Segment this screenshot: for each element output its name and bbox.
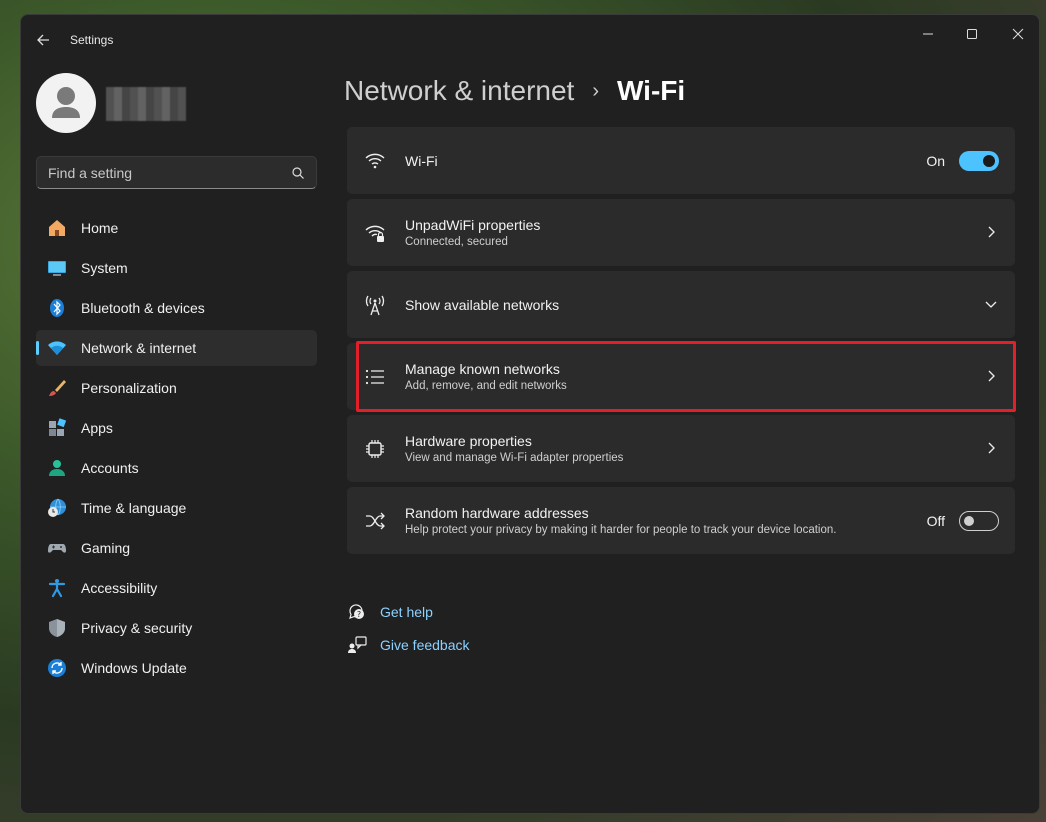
sidebar-item-label: Accounts [81, 460, 139, 476]
sidebar-item-label: Privacy & security [81, 620, 193, 636]
give-feedback-link[interactable]: Give feedback [347, 628, 470, 661]
network-properties-card[interactable]: UnpadWiFi properties Connected, secured [347, 199, 1015, 266]
card-subtitle: Connected, secured [405, 236, 508, 248]
sidebar-item-bluetooth[interactable]: Bluetooth & devices [36, 290, 317, 326]
wifi-toggle-label: On [926, 153, 945, 169]
accounts-icon [47, 458, 67, 478]
svg-text:?: ? [357, 610, 361, 619]
chip-icon [364, 438, 386, 460]
close-button[interactable] [1003, 23, 1033, 45]
page-title: Wi-Fi [617, 75, 686, 106]
get-help-link[interactable]: ? Get help [347, 595, 470, 628]
random-toggle-label: Off [926, 513, 945, 529]
close-icon [1012, 28, 1024, 40]
search-box[interactable] [36, 156, 317, 189]
card-title: Show available networks [405, 296, 560, 313]
sidebar-item-home[interactable]: Home [36, 210, 317, 246]
sidebar-item-label: Apps [81, 420, 113, 436]
user-icon [52, 87, 80, 118]
card-title: UnpadWiFi properties [405, 217, 541, 233]
card-title: Wi-Fi [405, 152, 438, 169]
sidebar-item-network[interactable]: Network & internet [36, 330, 317, 366]
globe-clock-icon [47, 498, 67, 518]
random-hardware-addresses-card[interactable]: Random hardware addresses Help protect y… [347, 487, 1015, 554]
settings-window: Settings Home [20, 14, 1040, 814]
sidebar-item-accounts[interactable]: Accounts [36, 450, 317, 486]
arrow-left-icon [37, 34, 49, 46]
sidebar-item-privacy[interactable]: Privacy & security [36, 610, 317, 646]
network-icon [47, 338, 67, 358]
chevron-right-icon [988, 442, 995, 454]
shield-icon [47, 618, 67, 638]
app-title: Settings [70, 33, 114, 47]
sidebar-item-label: Windows Update [81, 660, 187, 676]
show-available-networks-card[interactable]: Show available networks [347, 271, 1015, 338]
title-bar: Settings [21, 15, 1039, 61]
back-button[interactable] [33, 29, 55, 51]
sidebar-nav: Home System Bluetooth & devices Network … [36, 210, 317, 690]
card-subtitle: Add, remove, and edit networks [405, 380, 567, 392]
sidebar-item-label: System [81, 260, 128, 276]
avatar [36, 73, 96, 133]
brush-icon [47, 378, 67, 398]
card-title: Hardware properties [405, 433, 532, 449]
maximize-button[interactable] [957, 23, 987, 45]
sidebar-item-label: Personalization [81, 380, 177, 396]
search-input[interactable] [37, 157, 316, 188]
minimize-button[interactable] [913, 23, 943, 45]
settings-cards: Wi-Fi On UnpadWiFi properties Connected,… [347, 127, 1015, 559]
sidebar-item-label: Home [81, 220, 119, 236]
apps-icon [47, 418, 67, 438]
user-profile[interactable] [36, 73, 326, 135]
update-icon [47, 658, 67, 678]
wifi-toggle-card[interactable]: Wi-Fi On [347, 127, 1015, 194]
chevron-right-icon [988, 226, 995, 238]
help-links: ? Get help Give feedback [347, 595, 470, 661]
username-redacted [106, 87, 186, 121]
bluetooth-icon [47, 298, 67, 318]
card-title: Random hardware addresses [405, 505, 589, 521]
give-feedback-label[interactable]: Give feedback [380, 637, 470, 653]
search-icon[interactable] [291, 166, 305, 180]
list-icon [364, 366, 386, 388]
card-subtitle: Help protect your privacy by making it h… [405, 524, 837, 536]
sidebar-item-windows-update[interactable]: Windows Update [36, 650, 317, 686]
system-icon [47, 258, 67, 278]
sidebar-item-label: Bluetooth & devices [81, 300, 205, 316]
sidebar-item-label: Network & internet [81, 340, 197, 356]
shuffle-icon [364, 510, 386, 532]
minimize-icon [923, 33, 933, 35]
sidebar-item-label: Gaming [81, 540, 131, 556]
home-icon [47, 218, 67, 238]
wifi-icon [364, 150, 386, 172]
chevron-down-icon [985, 301, 997, 308]
manage-known-networks-card[interactable]: Manage known networks Add, remove, and e… [347, 343, 1015, 410]
get-help-label[interactable]: Get help [380, 604, 433, 620]
hardware-properties-card[interactable]: Hardware properties View and manage Wi-F… [347, 415, 1015, 482]
breadcrumb-separator: › [592, 79, 599, 102]
sidebar-item-system[interactable]: System [36, 250, 317, 286]
antenna-icon [364, 294, 386, 316]
sidebar-item-time-language[interactable]: Time & language [36, 490, 317, 526]
accessibility-icon [47, 578, 67, 598]
sidebar-item-apps[interactable]: Apps [36, 410, 317, 446]
help-icon: ? [347, 602, 367, 622]
maximize-icon [967, 29, 977, 39]
sidebar-item-accessibility[interactable]: Accessibility [36, 570, 317, 606]
wifi-toggle[interactable] [959, 151, 999, 171]
card-title: Manage known networks [405, 361, 560, 377]
sidebar-item-personalization[interactable]: Personalization [36, 370, 317, 406]
card-subtitle: View and manage Wi-Fi adapter properties [405, 452, 624, 464]
feedback-icon [347, 635, 367, 655]
chevron-right-icon [988, 370, 995, 382]
sidebar-item-gaming[interactable]: Gaming [36, 530, 317, 566]
random-hardware-toggle[interactable] [959, 511, 999, 531]
breadcrumb-parent[interactable]: Network & internet [344, 75, 574, 107]
breadcrumb: Network & internet › Wi-Fi [344, 73, 685, 109]
sidebar-item-label: Accessibility [81, 580, 158, 596]
sidebar-item-label: Time & language [81, 500, 187, 516]
wifi-secured-icon [364, 222, 386, 244]
gamepad-icon [47, 538, 67, 558]
